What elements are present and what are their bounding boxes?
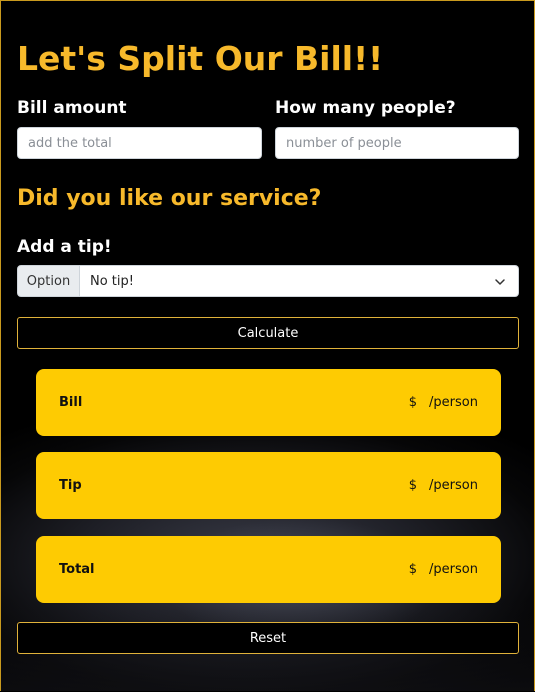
result-currency: $ — [408, 478, 418, 493]
people-count-input[interactable] — [275, 127, 519, 159]
bill-amount-input[interactable] — [17, 127, 262, 159]
tip-label: Add a tip! — [17, 237, 112, 257]
tip-input-group: Option No tip! — [17, 265, 519, 297]
result-unit: /person — [429, 562, 478, 577]
tip-option-addon: Option — [17, 265, 80, 297]
page-title: Let's Split Our Bill!! — [17, 39, 384, 78]
result-name: Tip — [59, 478, 82, 493]
bill-result-card: Bill $ /person — [36, 369, 501, 436]
result-name: Total — [59, 562, 95, 577]
bill-amount-label: Bill amount — [17, 98, 127, 118]
result-currency: $ — [408, 562, 418, 577]
total-result-card: Total $ /person — [36, 536, 501, 603]
calculate-button[interactable]: Calculate — [17, 317, 519, 349]
chevron-down-icon — [495, 279, 505, 285]
result-unit: /person — [429, 478, 478, 493]
result-currency: $ — [408, 395, 418, 410]
tip-select[interactable]: No tip! — [80, 265, 519, 297]
tip-select-value: No tip! — [90, 273, 134, 289]
people-count-label: How many people? — [275, 98, 456, 118]
app-frame: Let's Split Our Bill!! Bill amount How m… — [0, 0, 535, 691]
tip-result-card: Tip $ /person — [36, 452, 501, 519]
reset-button[interactable]: Reset — [17, 622, 519, 654]
result-unit: /person — [429, 395, 478, 410]
result-name: Bill — [59, 395, 83, 410]
service-question-heading: Did you like our service? — [17, 186, 322, 211]
